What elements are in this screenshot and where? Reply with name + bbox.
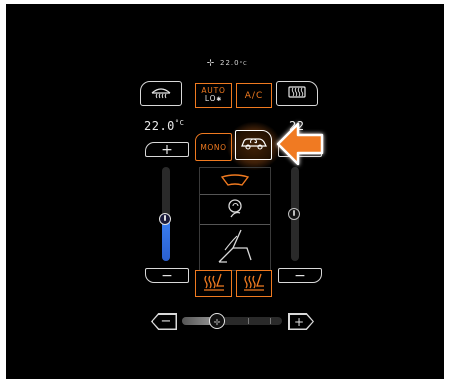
right-seat-heat-button[interactable]	[236, 270, 272, 297]
recirculation-button[interactable]	[235, 130, 272, 160]
left-seat-heat-button[interactable]	[195, 270, 232, 297]
left-temp-minus-button[interactable]: −	[145, 268, 189, 283]
left-temperature-level-fill	[162, 219, 170, 261]
windshield-airflow-button[interactable]	[200, 168, 270, 194]
thermometer-icon	[292, 210, 295, 216]
left-temperature-knob[interactable]	[159, 213, 171, 225]
front-defrost-icon	[149, 84, 173, 104]
seat-feet-airflow-icon	[211, 226, 259, 270]
status-bar: 22.0°C	[205, 56, 248, 70]
status-temperature: 22.0°C	[220, 59, 248, 67]
fan-icon	[212, 312, 222, 331]
fan-speed-knob[interactable]	[209, 313, 225, 329]
right-temperature-slider[interactable]	[288, 167, 300, 261]
left-temperature: 22.0°C	[144, 119, 185, 133]
right-temperature-knob[interactable]	[288, 208, 300, 220]
face-airflow-icon	[225, 197, 245, 223]
face-airflow-button[interactable]	[200, 195, 270, 224]
front-defrost-button[interactable]	[140, 81, 182, 106]
car-recirculation-icon	[239, 135, 269, 155]
tap-hint-arrow-icon	[272, 118, 328, 174]
climate-screen: 22.0°C AUTO LO✱ A/C 22.0°C + − − MONO − …	[6, 4, 444, 379]
right-temp-minus-button[interactable]: −	[278, 268, 322, 283]
rear-defrost-icon	[286, 84, 308, 104]
left-seat-heat-icon	[202, 272, 226, 296]
ac-label: A/C	[244, 90, 264, 101]
thermometer-icon	[163, 215, 166, 221]
left-temp-plus-button[interactable]: +	[145, 142, 189, 157]
airflow-distribution-panel	[199, 167, 271, 271]
auto-sub-label: LO✱	[204, 94, 223, 104]
fan-minus-button[interactable]: −	[151, 313, 177, 330]
ac-button[interactable]: A/C	[236, 83, 272, 108]
right-seat-heat-icon	[242, 272, 266, 296]
auto-button[interactable]: AUTO LO✱	[195, 83, 232, 108]
feet-airflow-button[interactable]	[200, 225, 270, 271]
windshield-airflow-icon	[220, 172, 250, 191]
left-temperature-slider[interactable]	[159, 167, 171, 261]
rear-defrost-button[interactable]	[276, 81, 318, 106]
fan-speed-slider[interactable]	[182, 313, 282, 329]
fan-plus-button[interactable]: +	[288, 313, 314, 330]
fan-icon	[205, 57, 216, 70]
